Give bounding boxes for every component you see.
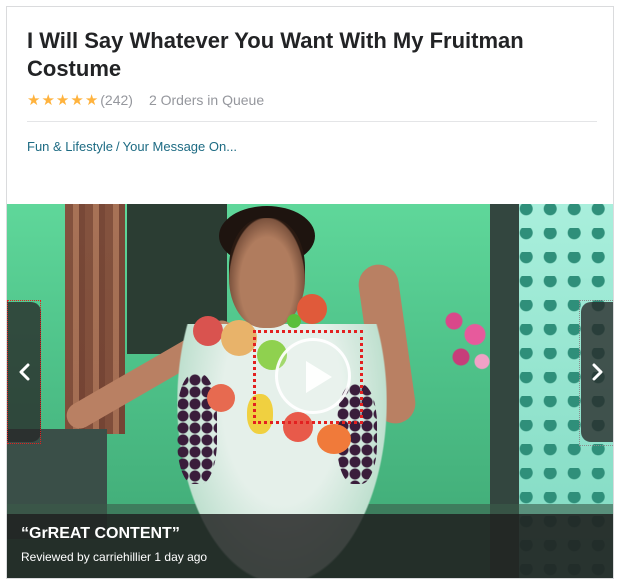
star-icon: ★ bbox=[70, 92, 84, 109]
rating-count[interactable]: (242) bbox=[100, 92, 133, 108]
review-meta: Reviewed by carriehillier 1 day ago bbox=[21, 550, 208, 564]
breadcrumb: Fun & Lifestyle / Your Message On... bbox=[27, 139, 237, 154]
divider bbox=[27, 121, 597, 122]
gig-title: I Will Say Whatever You Want With My Fru… bbox=[27, 28, 524, 81]
breadcrumb-separator: / bbox=[116, 139, 120, 154]
gallery-prev-button[interactable] bbox=[7, 302, 41, 442]
gallery-next-button[interactable] bbox=[581, 302, 613, 442]
star-icon: ★ bbox=[55, 92, 70, 109]
star-icon: ★ bbox=[41, 92, 55, 109]
star-icon: ★ bbox=[27, 92, 41, 109]
review-quote: “GrREAT CONTENT” bbox=[21, 525, 180, 542]
chevron-right-icon bbox=[592, 363, 603, 381]
play-icon bbox=[306, 361, 332, 393]
play-button[interactable] bbox=[275, 338, 351, 414]
gig-media-gallery[interactable]: “GrREAT CONTENT” Reviewed by carriehilli… bbox=[7, 204, 613, 578]
breadcrumb-category-link[interactable]: Fun & Lifestyle bbox=[27, 139, 113, 154]
rating-row: ★ ★ ★ ★ ★ (242) 2 Orders in Queue bbox=[27, 91, 264, 109]
breadcrumb-subcategory-link[interactable]: Your Message On... bbox=[123, 139, 237, 154]
star-icon: ★ bbox=[84, 92, 99, 109]
star-rating: ★ ★ ★ ★ ★ bbox=[27, 91, 98, 109]
chevron-left-icon bbox=[19, 363, 30, 381]
orders-in-queue: 2 Orders in Queue bbox=[148, 92, 265, 108]
gig-card: I Will Say Whatever You Want With My Fru… bbox=[6, 6, 614, 579]
review-overlay: “GrREAT CONTENT” Reviewed by carriehilli… bbox=[7, 514, 613, 578]
